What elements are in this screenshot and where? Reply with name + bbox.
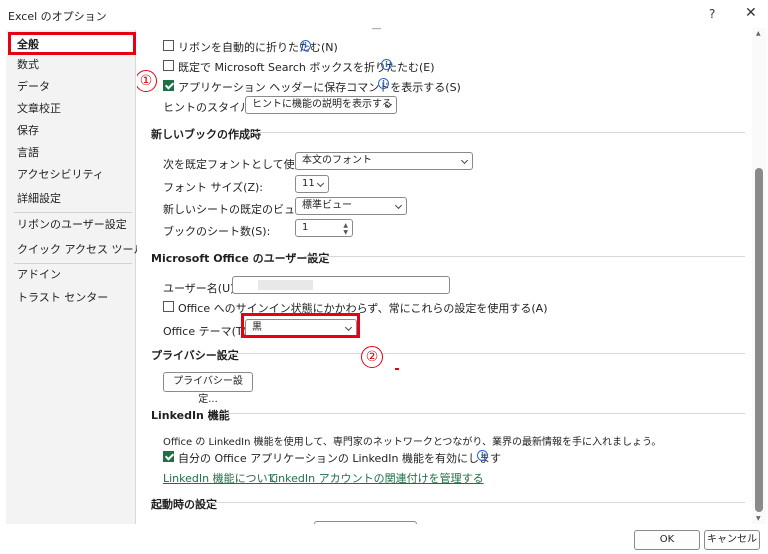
username-label: ユーザー名(U):	[163, 282, 239, 295]
font-size-label: フォント サイズ(Z):	[163, 181, 263, 194]
sidebar-item-accessibility[interactable]: アクセシビリティ	[6, 165, 136, 185]
always-use-settings-label: Office へのサインイン状態にかかわらず、常にこれらの設定を使用する(A)	[178, 302, 548, 315]
section-divider	[217, 413, 745, 414]
scroll-up-icon[interactable]: ▲	[756, 30, 761, 37]
sidebar-item-advanced[interactable]: 詳細設定	[6, 189, 136, 209]
font-size-value: 11	[302, 178, 315, 189]
spin-down-icon[interactable]: ▼	[343, 230, 348, 236]
annotation-mark	[395, 368, 399, 370]
redacted-username	[258, 280, 313, 290]
privacy-section-title: プライバシー設定	[151, 349, 239, 362]
default-font-value: 本文のフォント	[302, 155, 372, 166]
linkedin-description: Office の LinkedIn 機能を使用して、専門家のネットワークとつなが…	[163, 437, 662, 448]
annotation-badge-2: ②	[361, 346, 383, 368]
sheet-count-label: ブックのシート数(S):	[163, 225, 271, 238]
sidebar-item-language[interactable]: 言語	[6, 143, 136, 163]
chevron-down-icon	[316, 179, 325, 188]
sheet-count-value: 1	[302, 222, 309, 233]
new-workbook-section-title: 新しいブックの作成時	[151, 128, 261, 141]
info-icon: i	[378, 78, 389, 89]
title-bar: Excel のオプション ? ✕	[0, 0, 768, 28]
collapse-search-label: 既定で Microsoft Search ボックスを折りたたむ(E)	[178, 61, 435, 74]
section-divider	[209, 502, 745, 503]
startup-section-title: 起動時の設定	[151, 498, 217, 511]
sidebar-item-save[interactable]: 保存	[6, 121, 136, 141]
chevron-down-icon	[394, 201, 403, 210]
tooltip-style-select[interactable]: ヒントに機能の説明を表示する	[245, 96, 397, 114]
default-view-select[interactable]: 標準ビュー	[295, 197, 407, 215]
always-use-settings-checkbox[interactable]	[163, 301, 174, 312]
default-view-value: 標準ビュー	[302, 200, 352, 211]
info-icon: i	[300, 40, 311, 51]
general-options-panel: ― リボンを自動的に折りたたむ(N) i 既定で Microsoft Searc…	[137, 28, 751, 524]
chevron-down-icon	[460, 156, 469, 165]
dialog-footer: OK キャンセル	[0, 524, 768, 554]
linkedin-manage-link[interactable]: LinkedIn アカウントの関連付けを管理する	[269, 470, 484, 486]
section-divider	[225, 353, 745, 354]
sidebar-item-addins[interactable]: アドイン	[6, 265, 136, 285]
help-button[interactable]: ?	[709, 7, 715, 21]
scrolled-off-indicator: ―	[372, 28, 381, 34]
linkedin-about-link[interactable]: LinkedIn 機能について	[163, 470, 278, 486]
sidebar-item-data[interactable]: データ	[6, 77, 136, 97]
collapse-search-checkbox[interactable]	[163, 60, 174, 71]
cancel-button[interactable]: キャンセル	[704, 530, 760, 550]
office-theme-select[interactable]: 黒	[245, 319, 357, 337]
username-input[interactable]	[232, 276, 450, 294]
chevron-down-icon	[344, 323, 353, 332]
office-theme-value: 黒	[252, 322, 262, 333]
scroll-down-icon[interactable]: ▼	[756, 515, 761, 522]
office-user-section-title: Microsoft Office のユーザー設定	[151, 252, 330, 265]
close-button[interactable]: ✕	[745, 5, 757, 21]
content-scrollbar[interactable]: ▲ ▼	[752, 28, 766, 524]
collapse-ribbon-checkbox[interactable]	[163, 40, 174, 51]
sheet-count-spinner[interactable]: 1 ▲ ▼	[295, 219, 353, 237]
sidebar-item-formulas[interactable]: 数式	[6, 55, 136, 75]
sidebar-item-proofing[interactable]: 文章校正	[6, 99, 136, 119]
section-divider	[250, 132, 745, 133]
sidebar-item-customize-ribbon[interactable]: リボンのユーザー設定	[6, 215, 136, 235]
sidebar-item-trust-center[interactable]: トラスト センター	[6, 288, 136, 308]
section-divider	[304, 256, 745, 257]
options-sidebar: 全般 数式 データ 文章校正 保存 言語 アクセシビリティ 詳細設定 リボンのユ…	[6, 30, 170, 524]
info-icon: i	[477, 450, 488, 461]
info-icon: i	[381, 59, 392, 70]
collapse-ribbon-label: リボンを自動的に折りたたむ(N)	[178, 41, 338, 54]
window-title: Excel のオプション	[8, 10, 107, 23]
annotation-badge-1: ①	[137, 70, 157, 92]
sidebar-separator	[14, 263, 132, 264]
enable-linkedin-checkbox[interactable]	[163, 451, 174, 462]
sidebar-separator	[14, 212, 132, 213]
show-save-in-header-checkbox[interactable]	[163, 80, 174, 91]
ok-button[interactable]: OK	[634, 530, 700, 550]
font-size-select[interactable]: 11	[295, 175, 329, 193]
linkedin-section-title: LinkedIn 機能	[151, 409, 230, 422]
default-font-select[interactable]: 本文のフォント	[295, 152, 473, 170]
scrollbar-thumb[interactable]	[755, 168, 763, 512]
sidebar-item-general[interactable]: 全般	[6, 35, 136, 55]
tooltip-style-value: ヒントに機能の説明を表示する	[252, 99, 392, 110]
sidebar-item-quick-access-toolbar[interactable]: クイック アクセス ツール バー	[6, 240, 170, 260]
office-theme-label: Office テーマ(T):	[163, 325, 251, 338]
enable-linkedin-label: 自分の Office アプリケーションの LinkedIn 機能を有効にします	[178, 452, 501, 465]
privacy-settings-button[interactable]: プライバシー設定...	[163, 372, 253, 405]
show-save-in-header-label: アプリケーション ヘッダーに保存コマンドを表示する(S)	[178, 81, 461, 94]
